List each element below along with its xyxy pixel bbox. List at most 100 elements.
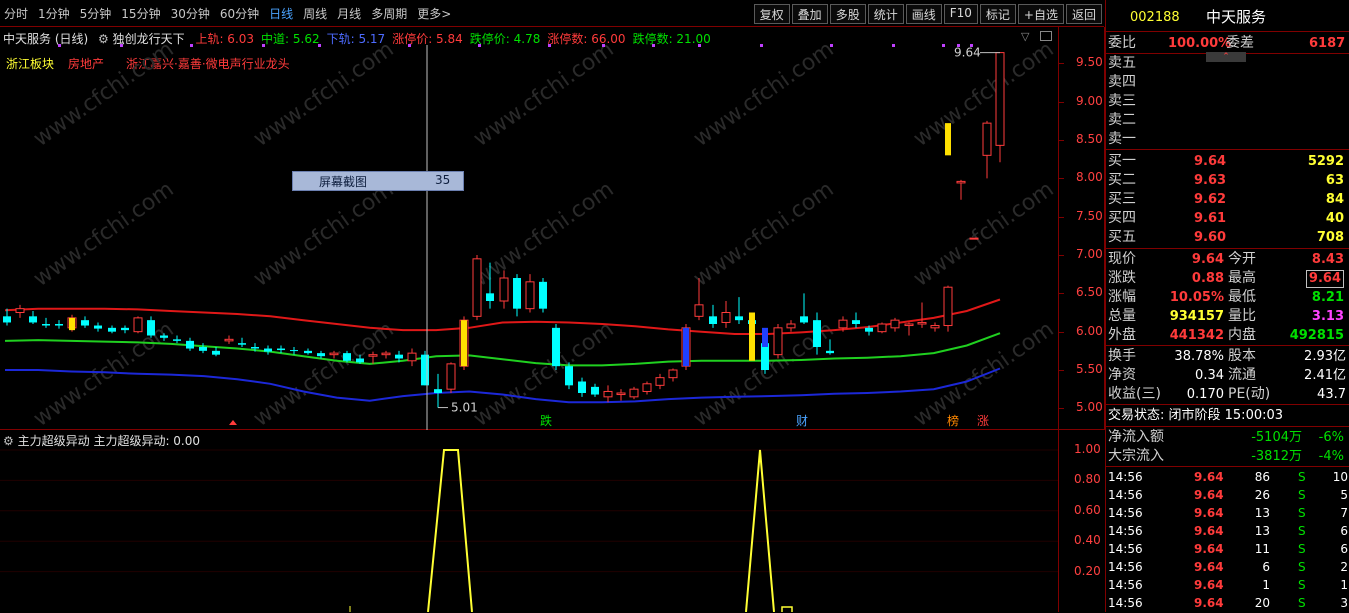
stat-label2: 股本 — [1228, 348, 1256, 364]
candle[interactable] — [943, 285, 953, 332]
tool-button-1[interactable]: 叠加 — [791, 4, 828, 24]
candle[interactable] — [108, 325, 116, 334]
candle[interactable] — [381, 350, 391, 359]
candle[interactable] — [852, 312, 860, 328]
candlestick-chart[interactable]: www.cfchi.com www.cfchi.com www.cfchi.com w… — [0, 27, 1058, 430]
panel-divider — [1106, 404, 1349, 405]
buy-level-0: 买一 9.64 5292 — [1106, 152, 1349, 171]
price-tick-mark — [1059, 408, 1064, 410]
candle[interactable] — [773, 324, 783, 359]
tool-button-3[interactable]: 统计 — [867, 4, 904, 24]
tick-price: 9.64 — [1194, 524, 1224, 538]
stats-row-2: 收益(三) 0.170 PE(动) 43.7 — [1106, 385, 1349, 404]
candle[interactable] — [121, 325, 129, 334]
candle[interactable] — [472, 255, 482, 321]
candle[interactable] — [721, 301, 731, 328]
sell-level-2: 卖三 — [1106, 92, 1349, 111]
period-tab-4[interactable]: 30分钟 — [171, 5, 210, 23]
tick-row-3: 14:56 9.64 13 S 6 — [1106, 522, 1349, 541]
candle[interactable] — [995, 52, 1005, 163]
candle[interactable] — [616, 389, 626, 401]
candle[interactable] — [15, 304, 25, 318]
candle[interactable] — [735, 297, 743, 324]
candle[interactable] — [513, 274, 521, 317]
candle[interactable] — [3, 308, 11, 326]
signal-dot — [830, 44, 833, 47]
quote-label: 现价 — [1108, 251, 1136, 267]
candle[interactable] — [224, 335, 234, 344]
period-tab-3[interactable]: 15分钟 — [121, 5, 160, 23]
candle[interactable] — [642, 381, 652, 395]
candle[interactable] — [81, 316, 89, 328]
candle[interactable] — [133, 316, 143, 334]
candle[interactable] — [238, 337, 246, 347]
candle[interactable] — [421, 350, 429, 386]
candle[interactable] — [94, 322, 102, 332]
period-tab-0[interactable]: 分时 — [4, 5, 28, 23]
candle[interactable] — [930, 322, 940, 332]
sell-label: 卖一 — [1108, 131, 1136, 147]
candle[interactable] — [890, 317, 900, 332]
tool-button-4[interactable]: 画线 — [905, 4, 942, 24]
quote-value: 441342 — [1169, 328, 1224, 343]
candle[interactable] — [629, 386, 639, 400]
candle[interactable] — [956, 179, 966, 200]
tool-button-5[interactable]: F10 — [943, 4, 978, 24]
tool-button-2[interactable]: 多股 — [829, 4, 866, 24]
candle[interactable] — [603, 385, 613, 403]
period-tab-10[interactable]: 更多> — [417, 5, 451, 23]
candle[interactable] — [264, 345, 272, 355]
candle[interactable] — [29, 310, 37, 324]
tick-side: S — [1298, 596, 1306, 610]
candle[interactable] — [199, 343, 207, 354]
candle[interactable] — [434, 373, 442, 408]
period-tab-8[interactable]: 月线 — [337, 5, 361, 23]
watermark-text: www.cfchi.com — [249, 177, 398, 292]
candle[interactable] — [446, 362, 456, 393]
period-tab-6[interactable]: 日线 — [269, 5, 293, 23]
candle[interactable] — [668, 368, 678, 382]
tool-button-0[interactable]: 复权 — [753, 4, 790, 24]
candle[interactable] — [969, 237, 979, 240]
tool-button-6[interactable]: 标记 — [979, 4, 1016, 24]
period-tab-2[interactable]: 5分钟 — [80, 5, 112, 23]
period-tab-7[interactable]: 周线 — [303, 5, 327, 23]
candle[interactable] — [786, 320, 796, 332]
candle[interactable] — [917, 302, 927, 328]
candle[interactable] — [578, 377, 586, 397]
candle[interactable] — [552, 324, 560, 370]
buy-price: 9.60 — [1194, 230, 1227, 245]
candle[interactable] — [982, 120, 992, 179]
candle[interactable] — [186, 337, 194, 351]
candle[interactable] — [800, 293, 808, 324]
candle[interactable] — [407, 348, 417, 367]
candle[interactable] — [55, 320, 63, 329]
tool-button-7[interactable]: +自选 — [1017, 4, 1064, 24]
quote-value2: 8.43 — [1311, 252, 1344, 267]
candle[interactable] — [877, 322, 887, 334]
candle[interactable] — [709, 304, 717, 328]
signal-spike — [745, 449, 775, 612]
sub-indicator-chart[interactable] — [0, 430, 1058, 612]
period-tab-5[interactable]: 60分钟 — [220, 5, 259, 23]
tick-side: S — [1298, 506, 1306, 520]
candle[interactable] — [304, 348, 312, 355]
buy-volume: 708 — [1316, 230, 1344, 245]
watermark-text: www.cfchi.com — [469, 37, 618, 152]
candle[interactable] — [539, 278, 547, 313]
candle[interactable] — [904, 322, 914, 336]
webi-value: 100.00% — [1168, 36, 1232, 51]
tool-button-8[interactable]: 返回 — [1065, 4, 1102, 24]
candle[interactable] — [42, 317, 50, 328]
quote-label2: 内盘 — [1228, 327, 1256, 343]
candle[interactable] — [212, 347, 220, 357]
candle[interactable] — [525, 274, 535, 313]
candle[interactable] — [591, 383, 599, 397]
candle[interactable] — [147, 316, 155, 338]
candle[interactable] — [655, 373, 665, 390]
tick-side: S — [1298, 470, 1306, 484]
stat-label2: 流通 — [1228, 367, 1256, 383]
candle[interactable] — [565, 362, 573, 390]
period-tab-1[interactable]: 1分钟 — [38, 5, 70, 23]
period-tab-9[interactable]: 多周期 — [371, 5, 407, 23]
